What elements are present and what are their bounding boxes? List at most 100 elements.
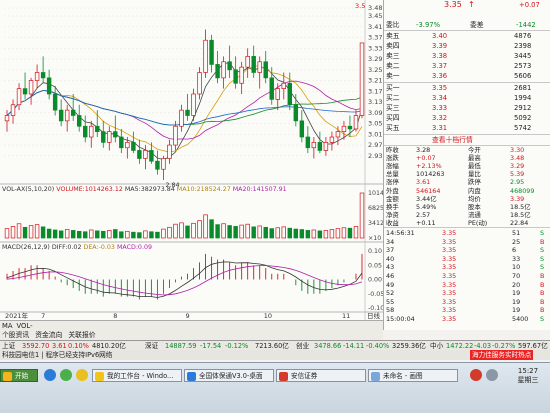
volume-bar (76, 230, 82, 239)
tick-row: 14:56:31 3.35 51 S (384, 229, 550, 238)
tick-volume: 6 (512, 246, 517, 255)
taskbar-item[interactable]: 全国体保通V3.0-桌面 (184, 369, 274, 382)
clock[interactable]: 15:27 星期三 (508, 367, 548, 385)
candle-body (46, 77, 52, 95)
candle-body (58, 109, 64, 122)
candle[interactable] (245, 48, 250, 78)
candle[interactable] (161, 155, 166, 180)
candle-body (161, 158, 166, 170)
chrome-icon[interactable] (76, 369, 88, 381)
candle[interactable] (203, 29, 208, 78)
candle[interactable] (83, 115, 88, 143)
app-icon (187, 372, 196, 381)
ask-row[interactable]: 卖二 3.37 2573 (384, 61, 550, 71)
network-icon[interactable] (486, 369, 498, 381)
candle[interactable] (46, 69, 52, 100)
candle-body (70, 109, 76, 116)
taskbar-item[interactable]: 我的工作台 - Windo... (92, 369, 182, 382)
detail-button[interactable]: 查看十档行情 (384, 135, 550, 145)
bid-row[interactable]: 买五 3.31 5742 (384, 123, 550, 133)
stat-value: 22.84 (510, 218, 529, 227)
candle[interactable] (263, 51, 268, 84)
candle[interactable] (251, 45, 256, 78)
app-icon (279, 372, 288, 381)
bid-row[interactable]: 买四 3.32 5092 (384, 113, 550, 123)
price-tick-label: 2.97 (368, 141, 382, 149)
candle[interactable] (305, 126, 311, 154)
tick-volume: 19 (512, 306, 521, 315)
candle[interactable] (323, 137, 329, 156)
candle[interactable] (239, 61, 244, 94)
ask-row[interactable]: 卖一 3.36 5606 (384, 71, 550, 81)
ask-row[interactable]: 卖五 3.40 4876 (384, 31, 550, 41)
tick-time: 14:56:31 (386, 229, 415, 237)
ask-row[interactable]: 卖四 3.39 2398 (384, 41, 550, 51)
candle[interactable] (101, 120, 106, 148)
candle[interactable] (287, 72, 293, 111)
candle[interactable] (149, 142, 154, 164)
candle[interactable] (221, 56, 226, 89)
candle[interactable] (311, 137, 317, 159)
kline-chart-panel[interactable]: 3.48 3.45 3.41 3.37 3.33 3.29 3.25 3.21 3.17 3.13… (0, 0, 383, 330)
candle[interactable] (119, 128, 124, 154)
candle[interactable] (209, 34, 214, 73)
taskbar-item[interactable]: 安信证券 (276, 369, 366, 382)
detail-button-label[interactable]: 查看十档行情 (432, 135, 473, 145)
info-subtab[interactable]: 个股资讯 (2, 331, 29, 339)
candle[interactable] (137, 139, 142, 164)
candle[interactable] (257, 56, 262, 89)
taskbar-item[interactable]: 未命名 - 画图 (368, 369, 458, 382)
candle[interactable] (64, 104, 70, 132)
ime-icon[interactable] (470, 369, 482, 381)
bid-row[interactable]: 买二 3.34 1994 (384, 93, 550, 103)
tick-time: 52 (386, 289, 395, 298)
candle[interactable] (233, 56, 238, 89)
candle[interactable] (359, 42, 365, 119)
candle[interactable] (58, 99, 64, 127)
candle[interactable] (89, 120, 94, 148)
bid-row[interactable]: 买一 3.35 2681 (384, 83, 550, 93)
candle[interactable] (185, 94, 190, 121)
candle[interactable] (299, 110, 305, 143)
tick-volume: 5400 (512, 315, 529, 323)
candle[interactable] (227, 45, 232, 78)
ie-icon[interactable] (44, 369, 56, 381)
info-subtab[interactable]: 关联报价 (68, 331, 95, 339)
candle[interactable] (155, 150, 160, 175)
info-subtab[interactable]: 资金流向 (35, 331, 62, 339)
candle[interactable] (10, 99, 16, 124)
indicator-tab-ma[interactable]: MA (2, 322, 13, 330)
candle[interactable] (215, 51, 220, 84)
candle[interactable] (113, 115, 118, 143)
candle[interactable] (275, 83, 280, 111)
qq-icon[interactable] (60, 369, 72, 381)
candle-body (275, 88, 280, 100)
wecha-value: -1442 (516, 21, 536, 29)
candle[interactable] (34, 64, 40, 89)
candle[interactable] (131, 131, 136, 154)
promo-link[interactable]: 海力佳服务实时热点 (470, 350, 534, 360)
candle[interactable] (191, 88, 196, 121)
kline-chart-svg[interactable]: 3.483.45 3.41 3.37 3.33 3.29 3.25 3.21 3.17 3.13… (0, 0, 383, 330)
candle[interactable] (4, 110, 10, 132)
tick-direction: B (540, 272, 545, 280)
bid-volume: 5092 (514, 114, 532, 122)
candle[interactable] (143, 145, 148, 170)
candle[interactable] (76, 104, 82, 132)
candle[interactable] (107, 126, 112, 151)
candle[interactable] (167, 139, 172, 164)
candle[interactable] (52, 85, 58, 116)
tick-price: 3.35 (442, 229, 457, 237)
price-tick-label: 3.05 (368, 120, 382, 128)
candle[interactable] (317, 131, 323, 154)
candle[interactable] (293, 94, 299, 127)
candle[interactable] (28, 77, 34, 105)
candle[interactable] (197, 67, 202, 100)
start-button[interactable]: 开始 (0, 369, 38, 382)
ask-row[interactable]: 卖三 3.38 3445 (384, 51, 550, 61)
candle[interactable] (16, 83, 22, 111)
candle[interactable] (353, 110, 359, 132)
bid-row[interactable]: 买三 3.33 2912 (384, 103, 550, 113)
candle[interactable] (22, 72, 28, 100)
candle[interactable] (179, 104, 184, 132)
